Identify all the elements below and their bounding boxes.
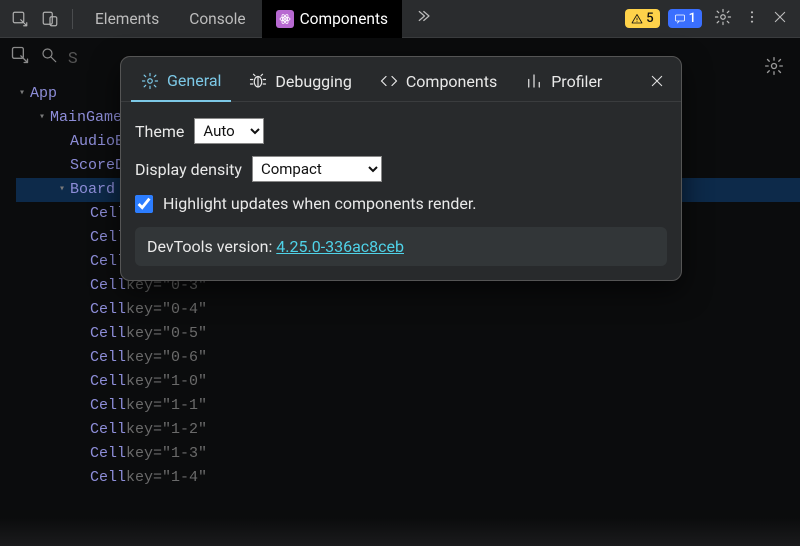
tab-elements[interactable]: Elements — [81, 0, 173, 38]
tab-components[interactable]: Components — [262, 0, 402, 38]
gear-icon — [141, 72, 159, 90]
kebab-icon[interactable] — [744, 9, 760, 29]
tree-key-attr: key="1-4" — [126, 466, 207, 490]
separator — [72, 9, 73, 29]
tree-component-name: Board — [70, 178, 115, 202]
tree-row[interactable]: Cell key="1-1" — [16, 394, 800, 418]
tab-label: Elements — [95, 10, 159, 28]
tree-key-attr: key="1-3" — [126, 442, 207, 466]
theme-label: Theme — [135, 122, 184, 141]
tree-key-attr: key="0-6" — [126, 346, 207, 370]
panel-gear-icon[interactable] — [764, 56, 784, 80]
tree-key-attr: key="0-4" — [126, 298, 207, 322]
version-row: DevTools version: 4.25.0-336ac8ceb — [135, 227, 667, 266]
tree-row[interactable]: Cell key="1-0" — [16, 370, 800, 394]
search-input[interactable]: S — [68, 48, 78, 67]
code-icon — [380, 72, 398, 90]
tree-component-name: MainGame — [50, 106, 122, 130]
tree-component-name: Cell — [90, 442, 126, 466]
tree-component-name: Cell — [90, 298, 126, 322]
tree-component-name: App — [30, 82, 57, 106]
settings-body: Theme Auto Display density Compact Highl… — [121, 101, 681, 280]
close-icon[interactable] — [772, 9, 788, 29]
settings-tab-components[interactable]: Components — [370, 64, 507, 101]
tree-component-name: ScoreD — [70, 154, 124, 178]
bug-icon — [249, 72, 267, 90]
tree-row[interactable]: Cell key="0-6" — [16, 346, 800, 370]
highlight-updates-label: Highlight updates when components render… — [163, 194, 477, 213]
settings-tabs: General Debugging Components Profiler — [121, 57, 681, 101]
bar-chart-icon — [525, 72, 543, 90]
tree-component-name: Cell — [90, 346, 126, 370]
caret-down-icon[interactable]: ▾ — [16, 82, 28, 106]
settings-tab-label: Debugging — [275, 72, 351, 91]
gear-icon[interactable] — [714, 8, 732, 30]
tree-row[interactable]: Cell key="1-4" — [16, 466, 800, 490]
tree-component-name: Cell — [90, 418, 126, 442]
device-toolbar-icon[interactable] — [36, 5, 64, 33]
settings-tab-profiler[interactable]: Profiler — [515, 64, 612, 101]
messages-count: 1 — [689, 11, 696, 26]
tab-label: Components — [300, 10, 388, 28]
warnings-count: 5 — [646, 11, 653, 26]
inspect-element-icon[interactable] — [6, 5, 34, 33]
tree-component-name: Cell — [90, 394, 126, 418]
warnings-badge[interactable]: 5 — [625, 9, 659, 28]
overflow-tabs-icon[interactable] — [404, 7, 442, 30]
highlight-updates-checkbox[interactable] — [135, 195, 153, 213]
settings-dialog: General Debugging Components Profiler Th… — [120, 56, 682, 281]
settings-tab-label: General — [167, 71, 221, 90]
pick-element-icon[interactable] — [10, 45, 30, 69]
close-icon[interactable] — [643, 65, 671, 99]
settings-tab-general[interactable]: General — [131, 63, 231, 102]
settings-tab-label: Profiler — [551, 72, 602, 91]
tab-label: Console — [189, 10, 245, 28]
tab-console[interactable]: Console — [175, 0, 259, 38]
settings-tab-label: Components — [406, 72, 497, 91]
tree-component-name: Cell — [90, 322, 126, 346]
tree-key-attr: key="1-1" — [126, 394, 207, 418]
settings-tab-debugging[interactable]: Debugging — [239, 64, 361, 101]
tree-component-name: Cell — [90, 274, 126, 298]
tree-component-name: AudioE — [70, 130, 124, 154]
density-label: Display density — [135, 160, 242, 179]
search-icon[interactable] — [40, 46, 58, 68]
devtools-toolbar: Elements Console Components 5 1 — [0, 0, 800, 38]
react-devtools-icon — [276, 10, 294, 28]
tree-key-attr: key="0-5" — [126, 322, 207, 346]
version-link[interactable]: 4.25.0-336ac8ceb — [276, 237, 404, 256]
tree-row[interactable]: Cell key="1-3" — [16, 442, 800, 466]
tree-row[interactable]: Cell key="0-5" — [16, 322, 800, 346]
caret-down-icon[interactable]: ▾ — [36, 106, 48, 130]
tree-row[interactable]: Cell key="0-4" — [16, 298, 800, 322]
caret-down-icon[interactable]: ▾ — [56, 178, 68, 202]
version-label: DevTools version: — [147, 237, 276, 256]
tree-key-attr: key="1-0" — [126, 370, 207, 394]
tree-key-attr: key="1-2" — [126, 418, 207, 442]
tree-component-name: Cell — [90, 370, 126, 394]
tree-row[interactable]: Cell key="1-2" — [16, 418, 800, 442]
theme-select[interactable]: Auto — [194, 118, 264, 144]
messages-badge[interactable]: 1 — [668, 9, 702, 28]
tree-component-name: Cell — [90, 466, 126, 490]
density-select[interactable]: Compact — [252, 156, 382, 182]
